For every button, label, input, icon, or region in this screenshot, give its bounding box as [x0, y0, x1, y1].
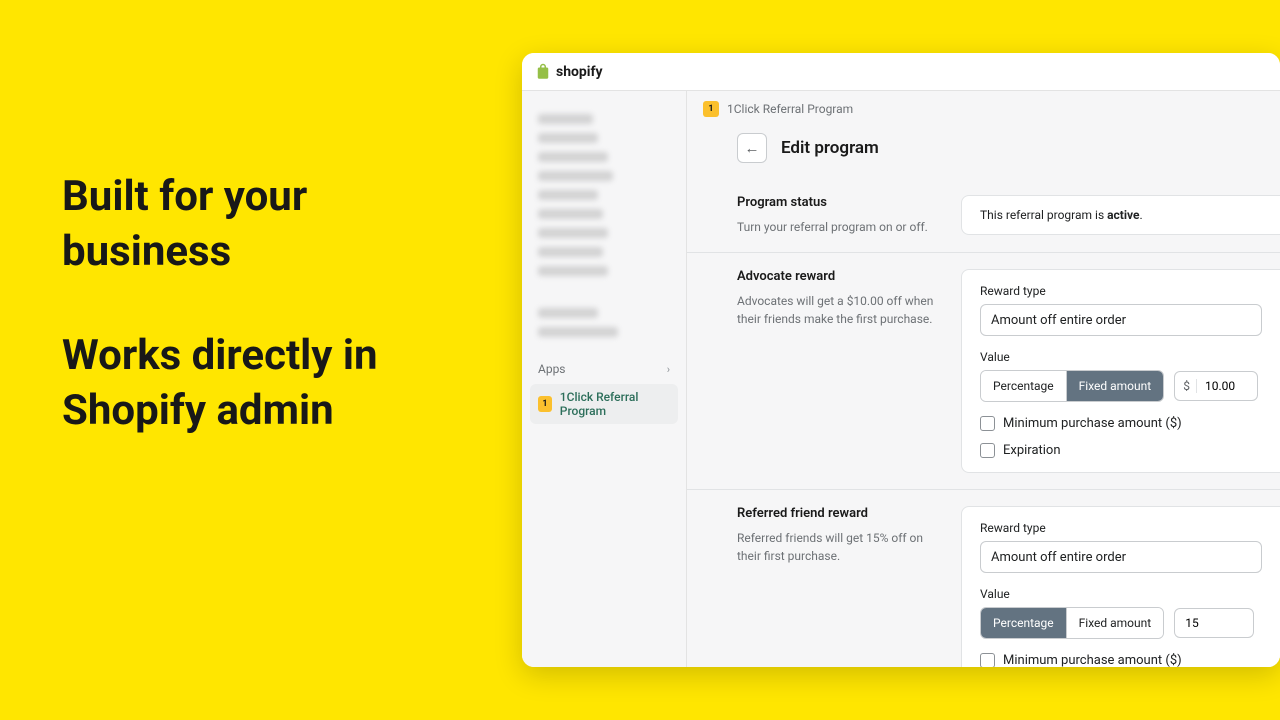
status-card: This referral program is active. [961, 195, 1280, 235]
seg-fixed-amount[interactable]: Fixed amount [1066, 608, 1164, 638]
marketing-headlines: Built for your business Works directly i… [62, 170, 462, 488]
value-label: Value [980, 350, 1262, 364]
main-content: 1 1Click Referral Program ← Edit program… [687, 91, 1280, 667]
breadcrumb-app-name: 1Click Referral Program [727, 102, 853, 116]
status-text-prefix: This referral program is [980, 208, 1107, 222]
referred-amount-input[interactable] [1174, 608, 1254, 638]
status-desc: Turn your referral program on or off. [737, 218, 937, 236]
advocate-reward-type-select[interactable]: Amount off entire order [980, 304, 1262, 336]
seg-percentage[interactable]: Percentage [981, 371, 1066, 401]
topbar: shopify [522, 53, 1280, 91]
advocate-expiration-checkbox[interactable] [980, 443, 995, 458]
chevron-right-icon: › [667, 363, 670, 376]
advocate-amount-input[interactable] [1197, 372, 1257, 400]
headline-1: Built for your business [62, 170, 462, 279]
status-heading: Program status [737, 195, 937, 210]
select-value: Amount off entire order [991, 550, 1126, 565]
referred-card: Reward type Amount off entire order Valu… [961, 506, 1280, 667]
section-referred-reward: Referred friend reward Referred friends … [687, 489, 1280, 667]
shopify-logo: shopify [534, 63, 603, 81]
section-program-status: Program status Turn your referral progra… [687, 179, 1280, 252]
headline-2: Works directly in Shopify admin [62, 329, 462, 438]
page-header: ← Edit program [687, 127, 1280, 179]
referred-heading: Referred friend reward [737, 506, 937, 521]
advocate-value-segment: Percentage Fixed amount [980, 370, 1164, 402]
app-badge-icon: 1 [538, 396, 552, 412]
currency-prefix: $ [1175, 379, 1197, 393]
referred-min-purchase-checkbox[interactable] [980, 653, 995, 667]
arrow-left-icon: ← [745, 139, 760, 157]
advocate-min-purchase-checkbox[interactable] [980, 416, 995, 431]
seg-fixed-amount[interactable]: Fixed amount [1066, 371, 1164, 401]
sidebar: Apps › 1 1Click Referral Program [522, 91, 687, 667]
sidebar-apps-header[interactable]: Apps › [530, 356, 678, 382]
advocate-min-purchase-label: Minimum purchase amount ($) [1003, 416, 1182, 431]
admin-window: shopify Apps › 1 [522, 53, 1280, 667]
page-title: Edit program [781, 138, 879, 158]
breadcrumb: 1 1Click Referral Program [687, 91, 1280, 127]
section-advocate-reward: Advocate reward Advocates will get a $10… [687, 252, 1280, 489]
advocate-card: Reward type Amount off entire order Valu… [961, 269, 1280, 473]
referred-value-segment: Percentage Fixed amount [980, 607, 1164, 639]
sidebar-app-1click[interactable]: 1 1Click Referral Program [530, 384, 678, 424]
referred-reward-type-select[interactable]: Amount off entire order [980, 541, 1262, 573]
advocate-heading: Advocate reward [737, 269, 937, 284]
advocate-expiration-label: Expiration [1003, 443, 1061, 458]
referred-min-purchase-label: Minimum purchase amount ($) [1003, 653, 1182, 667]
status-text-bold: active [1107, 208, 1139, 222]
seg-percentage[interactable]: Percentage [981, 608, 1066, 638]
reward-type-label: Reward type [980, 284, 1262, 298]
brand-text: shopify [556, 64, 603, 80]
advocate-desc: Advocates will get a $10.00 off when the… [737, 292, 937, 328]
app-badge-icon: 1 [703, 101, 719, 117]
sidebar-app-label: 1Click Referral Program [560, 390, 670, 418]
advocate-amount-input-wrap: $ [1174, 371, 1258, 401]
apps-label: Apps [538, 362, 566, 376]
reward-type-label: Reward type [980, 521, 1262, 535]
referred-desc: Referred friends will get 15% off on the… [737, 529, 937, 565]
status-text-suffix: . [1140, 208, 1143, 222]
select-value: Amount off entire order [991, 313, 1126, 328]
shopping-bag-icon [534, 63, 552, 81]
back-button[interactable]: ← [737, 133, 767, 163]
sidebar-blurred-nav [530, 101, 678, 350]
value-label: Value [980, 587, 1262, 601]
